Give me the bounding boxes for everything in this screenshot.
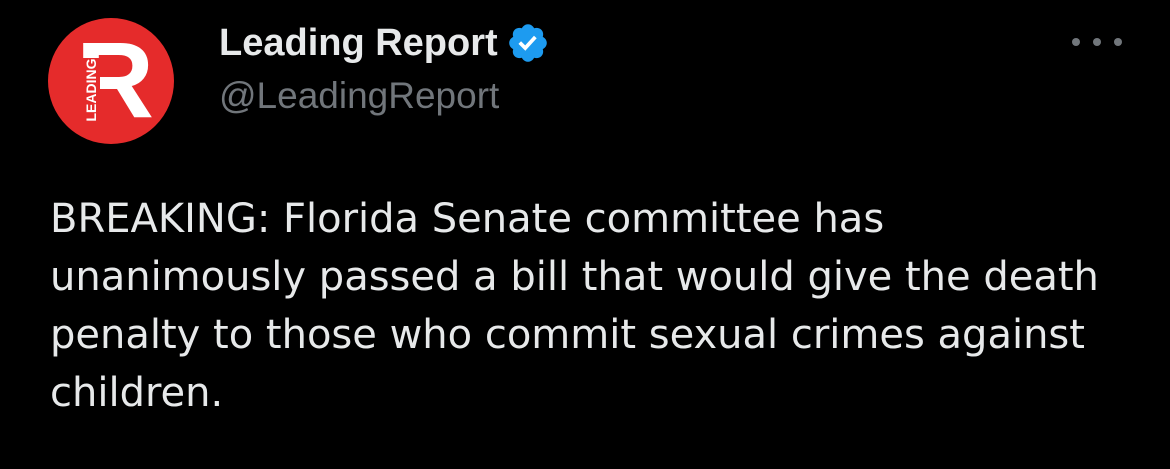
more-dot bbox=[1093, 38, 1101, 46]
author-name-row: Leading Report bbox=[219, 18, 550, 68]
tweet-card: R LEADING Leading Report @LeadingReport … bbox=[0, 0, 1170, 469]
verified-badge-icon[interactable] bbox=[506, 21, 550, 65]
tweet-text: BREAKING: Florida Senate committee has u… bbox=[50, 196, 1112, 416]
more-horizontal-icon[interactable] bbox=[1072, 30, 1122, 54]
avatar[interactable]: R LEADING bbox=[48, 18, 174, 144]
more-dot bbox=[1114, 38, 1122, 46]
more-dot bbox=[1072, 38, 1080, 46]
author-handle[interactable]: @LeadingReport bbox=[219, 75, 499, 117]
avatar-logo-word: LEADING bbox=[82, 58, 100, 122]
author-display-name[interactable]: Leading Report bbox=[219, 22, 498, 65]
